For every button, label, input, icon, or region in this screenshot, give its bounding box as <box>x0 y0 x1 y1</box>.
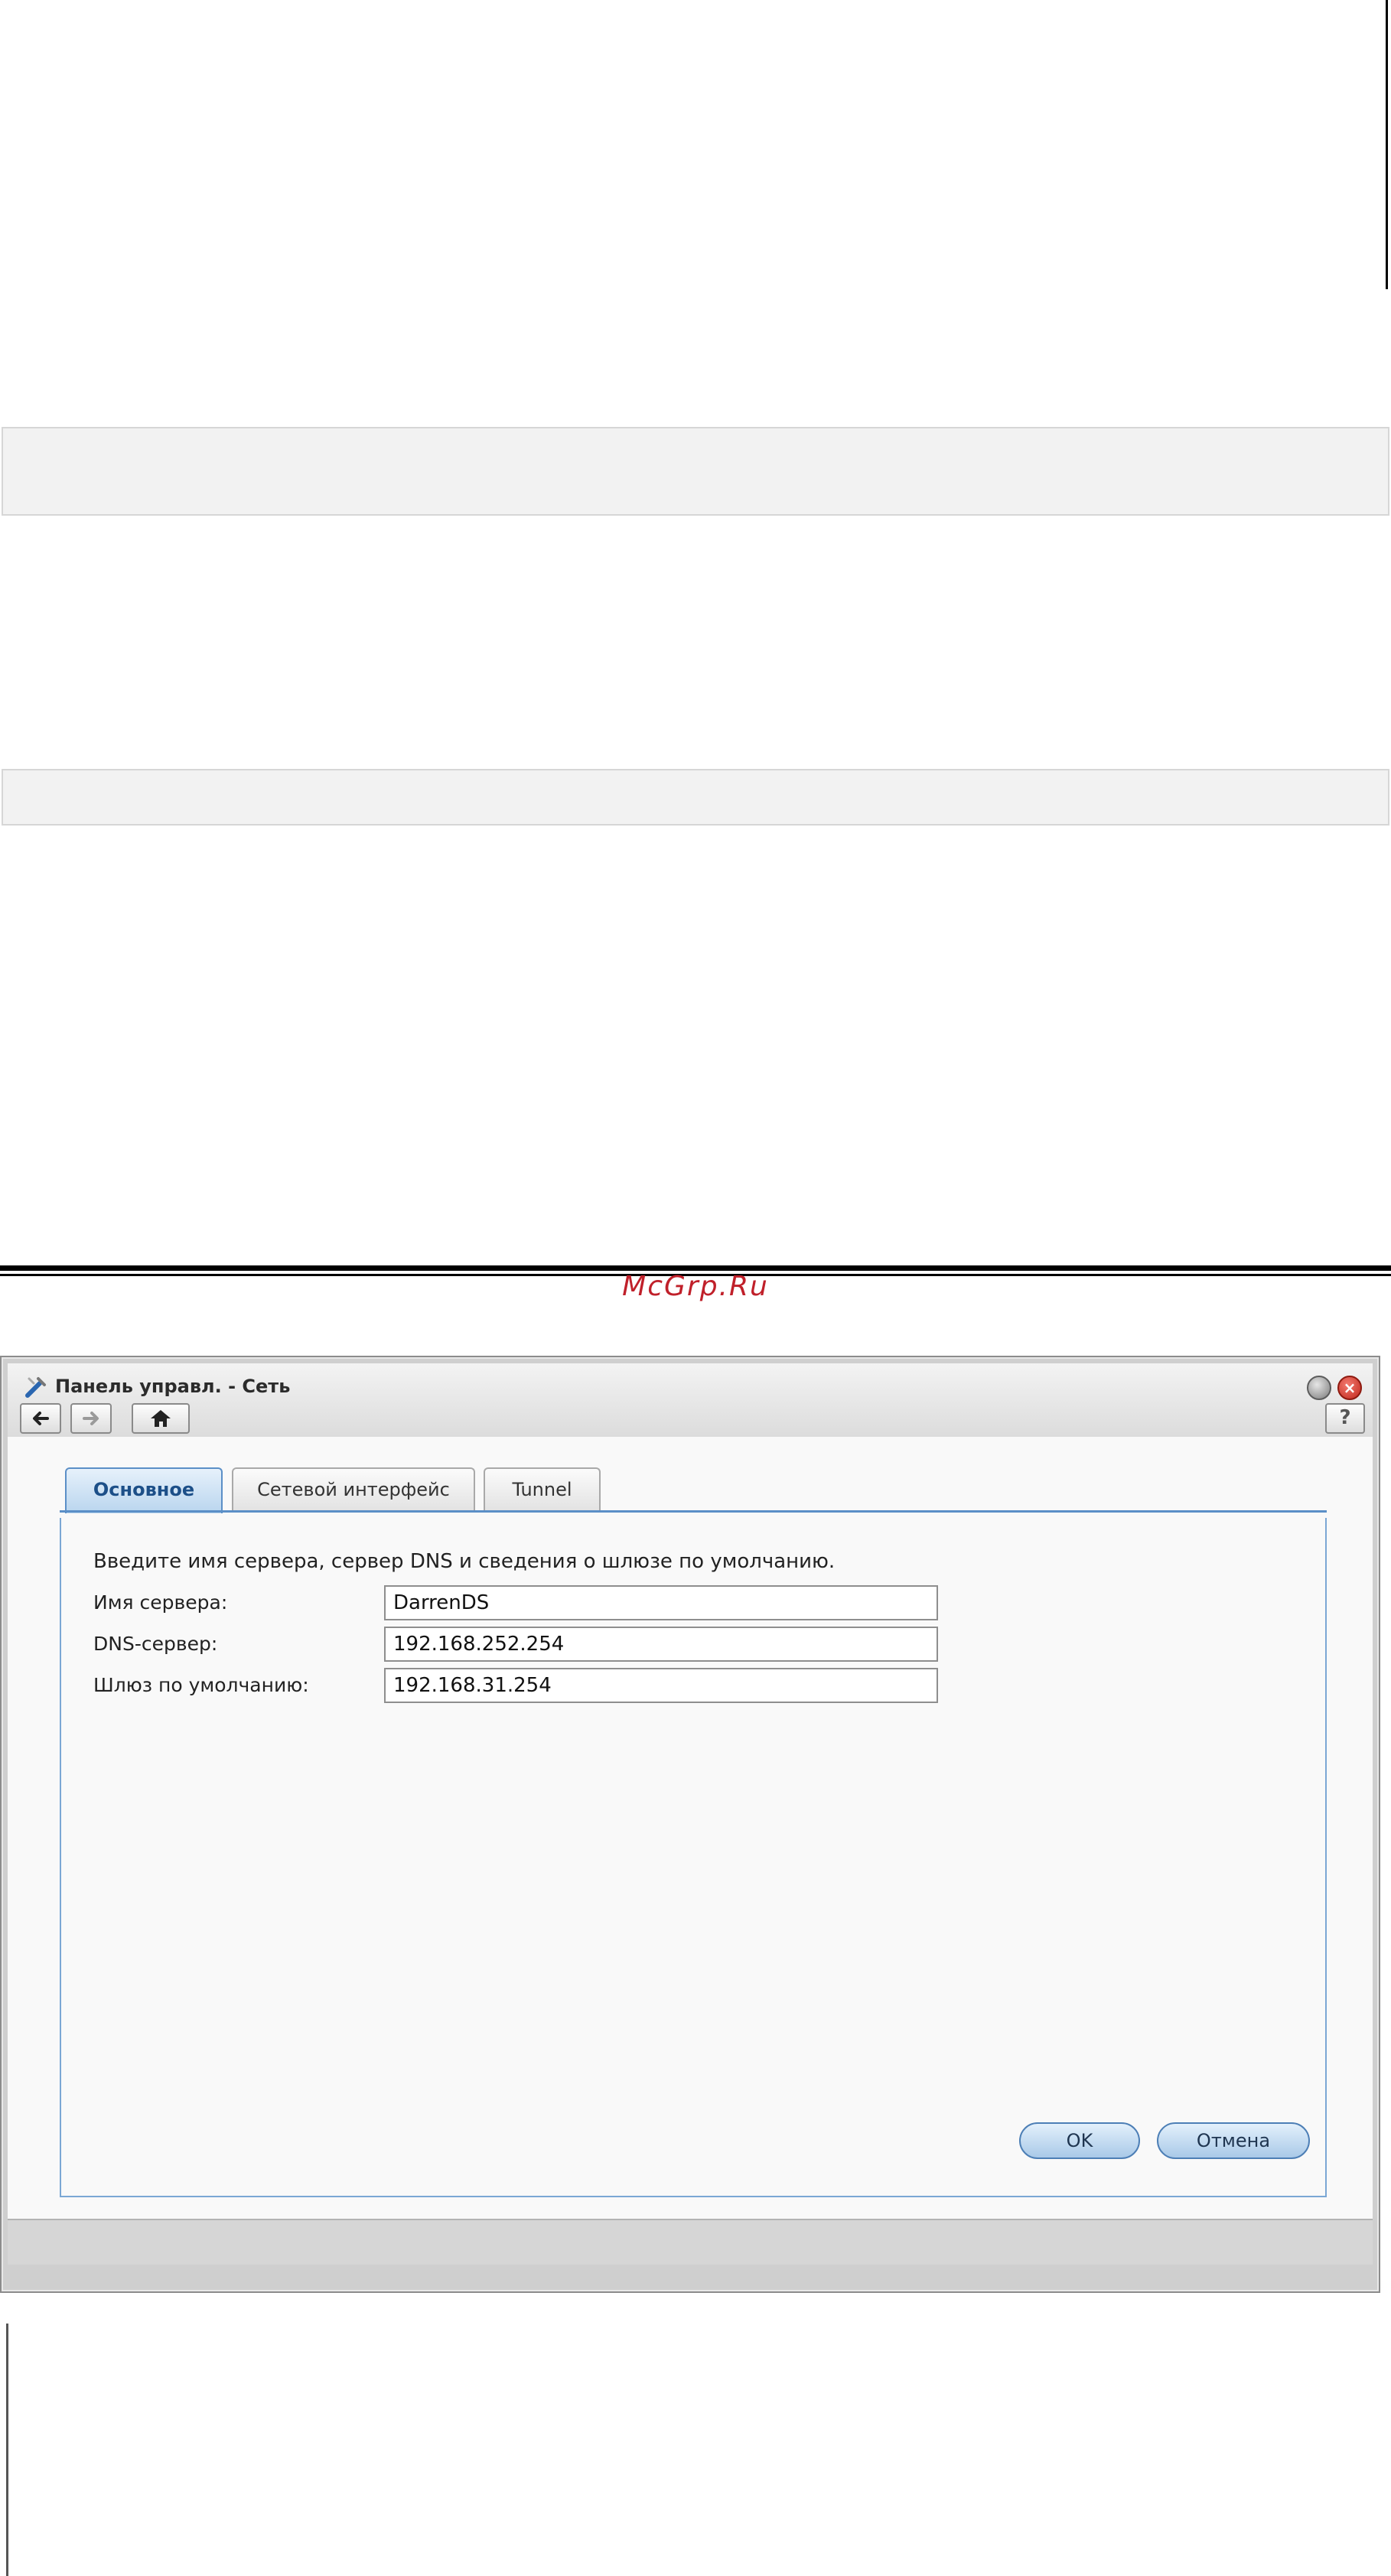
forward-button[interactable] <box>70 1403 112 1434</box>
minimize-icon[interactable] <box>1307 1376 1331 1400</box>
server-name-input[interactable]: DarrenDS <box>384 1585 938 1620</box>
close-icon[interactable]: × <box>1337 1376 1362 1400</box>
dns-server-input[interactable]: 192.168.252.254 <box>384 1627 938 1662</box>
description-text: Введите имя сервера, сервер DNS и сведен… <box>93 1550 836 1573</box>
ok-button[interactable]: OK <box>1019 2122 1140 2159</box>
arrow-left-icon <box>33 1412 49 1425</box>
server-name-label: Имя сервера: <box>93 1591 228 1614</box>
back-button[interactable] <box>20 1403 61 1434</box>
cancel-button[interactable]: Отмена <box>1157 2122 1310 2159</box>
window-statusbar <box>8 2219 1373 2265</box>
window-titlebar: Панель управл. - Сеть × ? <box>8 1363 1373 1438</box>
tab-network-interface[interactable]: Сетевой интерфейс <box>232 1467 475 1512</box>
tools-icon <box>25 1377 46 1398</box>
tab-content-panel: Введите имя сервера, сервер DNS и сведен… <box>60 1518 1327 2197</box>
window-title: Панель управл. - Сеть <box>55 1376 291 1397</box>
gray-band-top <box>2 427 1389 516</box>
default-gateway-label: Шлюз по умолчанию: <box>93 1674 309 1696</box>
tab-strip-underline <box>60 1510 1327 1513</box>
tab-tunnel[interactable]: Tunnel <box>484 1467 601 1512</box>
window-body: Основное Сетевой интерфейс Tunnel Введит… <box>8 1437 1373 2219</box>
page-divider-thick <box>0 1265 1391 1271</box>
gray-band-middle <box>2 769 1389 826</box>
home-button[interactable] <box>132 1403 190 1434</box>
tab-general[interactable]: Основное <box>65 1467 223 1513</box>
left-margin-rule <box>6 2324 8 2576</box>
arrow-right-icon <box>83 1412 99 1425</box>
watermark-text: McGrp.Ru <box>622 1271 769 1302</box>
default-gateway-input[interactable]: 192.168.31.254 <box>384 1668 938 1703</box>
right-margin-rule <box>1386 0 1388 289</box>
home-icon <box>151 1410 171 1427</box>
help-button[interactable]: ? <box>1325 1403 1365 1434</box>
dns-server-label: DNS-сервер: <box>93 1633 218 1655</box>
control-panel-window: Панель управл. - Сеть × ? Основное Сетев… <box>0 1356 1380 2293</box>
